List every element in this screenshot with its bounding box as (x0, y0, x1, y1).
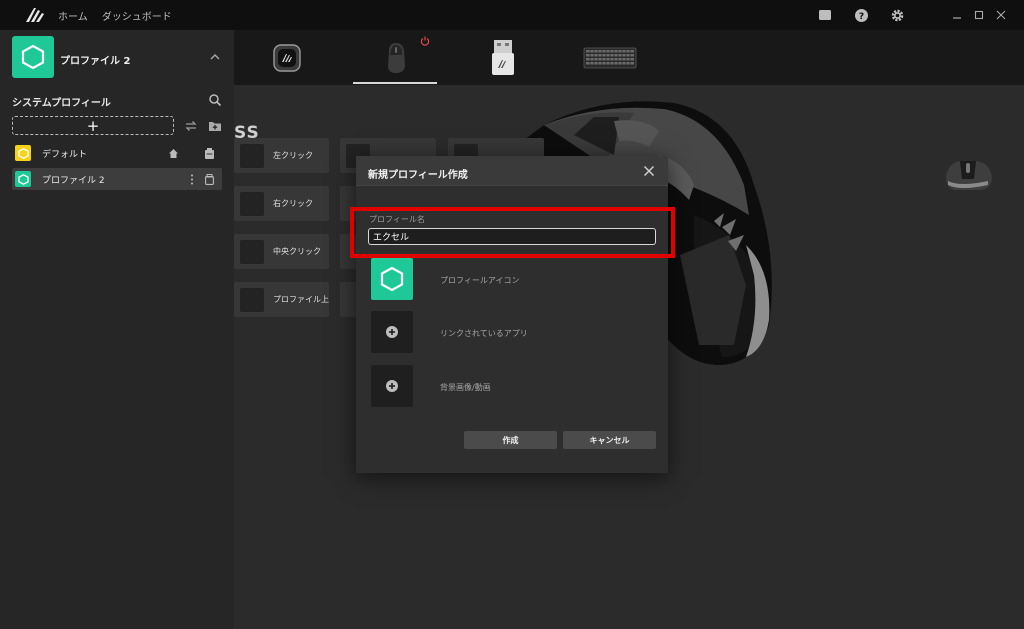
current-profile-avatar (12, 36, 54, 78)
plus-circle-icon (386, 326, 398, 338)
profile-icon-default (15, 145, 31, 161)
corsair-logo-icon (26, 8, 44, 22)
key-card-middle-click[interactable]: 中央クリック (234, 234, 329, 269)
key-card-profile-up[interactable]: プロファイル上 (234, 282, 329, 317)
add-profile-button[interactable]: + (12, 116, 174, 135)
profile-item-default[interactable]: デフォルト (12, 142, 222, 164)
key-card-label: 右クリック (273, 199, 313, 208)
cancel-button[interactable]: キャンセル (563, 431, 656, 449)
key-icon-slot (240, 239, 264, 264)
plus-circle-icon (386, 380, 398, 392)
mouse-thumbnail-image (946, 161, 992, 190)
profile-item-label: プロファイル 2 (42, 175, 105, 186)
dialog-title: 新規プロフィール作成 (368, 170, 468, 181)
profile-item-label: デフォルト (42, 149, 88, 160)
home-icon[interactable] (166, 146, 180, 160)
hexagon-icon (17, 173, 29, 185)
key-icon-slot (240, 191, 264, 216)
chevron-up-icon[interactable] (208, 50, 222, 64)
system-profiles-label: システムプロフィール (12, 98, 111, 109)
profile-item-profile-2[interactable]: プロファイル 2 (12, 168, 222, 190)
keyboard-device-icon (583, 47, 637, 69)
key-card-hidden[interactable] (340, 282, 356, 317)
usb-receiver-icon (492, 40, 514, 75)
key-icon-slot (240, 143, 264, 168)
linked-app-label: リンクされているアプリ (440, 329, 528, 338)
key-card-label: 左クリック (273, 151, 313, 160)
onboard-memory-icon[interactable] (202, 146, 216, 160)
device-tab-usb-receiver[interactable] (488, 36, 518, 80)
title-bar: ホーム ダッシュボード ? (0, 0, 1024, 30)
nav-dashboard-link[interactable]: ダッシュボード (102, 8, 172, 23)
selected-device-underline (353, 82, 437, 84)
mouse-device-icon (388, 43, 405, 73)
dialog-header: 新規プロフィール作成 (356, 156, 668, 186)
linked-app-picker[interactable] (371, 311, 413, 353)
key-icon-slot (240, 287, 264, 312)
profile-icon-picker[interactable] (371, 258, 413, 300)
hexagon-icon (17, 147, 29, 159)
current-profile-header[interactable]: プロファイル 2 (0, 30, 234, 86)
device-tab-keyboard[interactable] (582, 36, 638, 80)
background-media-label: 背景画像/動画 (440, 383, 491, 392)
import-export-icon[interactable] (184, 119, 198, 133)
key-card-right-click[interactable]: 右クリック (234, 186, 329, 221)
folder-add-icon[interactable] (208, 119, 222, 133)
nav-home-link[interactable]: ホーム (58, 8, 88, 23)
annotation-highlight-box (350, 207, 675, 258)
profile-icon-label: プロフィールアイコン (440, 276, 520, 285)
device-tab-mouse[interactable] (379, 36, 413, 80)
sidebar: プロファイル 2 システムプロフィール + デフォルト プロファイル 2 (0, 30, 234, 629)
key-card-label: プロファイル上 (273, 295, 329, 304)
minimize-icon[interactable] (948, 8, 966, 22)
power-icon (420, 36, 430, 46)
maximize-icon[interactable] (970, 8, 988, 22)
close-icon[interactable] (642, 164, 656, 178)
device-selector-bar (234, 30, 1024, 85)
svg-text:?: ? (858, 12, 863, 22)
create-button[interactable]: 作成 (464, 431, 557, 449)
help-icon[interactable]: ? (854, 8, 868, 22)
search-icon[interactable] (208, 93, 222, 107)
hexagon-icon (380, 266, 404, 292)
key-card-label: 中央クリック (273, 247, 321, 256)
new-profile-dialog: 新規プロフィール作成 プロフィール名 プロフィールアイコン リンクされているアプ… (356, 156, 668, 473)
headset-dongle-icon (273, 44, 301, 72)
key-card-left-click[interactable]: 左クリック (234, 138, 329, 173)
more-options-icon[interactable] (185, 172, 199, 186)
device-tab-headset-dongle[interactable] (271, 36, 303, 80)
notification-icon[interactable] (818, 8, 832, 22)
current-profile-name: プロファイル 2 (60, 56, 131, 67)
background-media-picker[interactable] (371, 365, 413, 407)
profile-icon-profile-2 (15, 171, 31, 187)
hexagon-icon (21, 44, 45, 70)
close-window-icon[interactable] (992, 8, 1010, 22)
onboard-memory-icon[interactable] (202, 172, 216, 186)
settings-gear-icon[interactable] (890, 8, 904, 22)
